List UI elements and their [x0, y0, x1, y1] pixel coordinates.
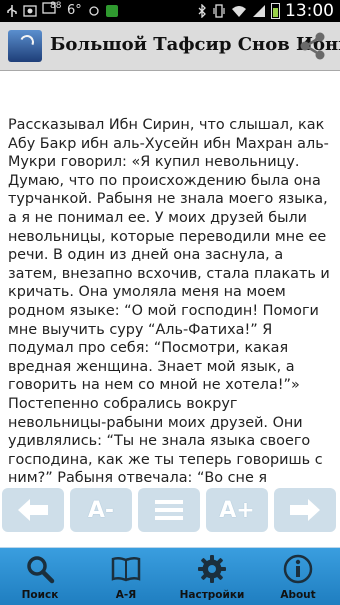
nav-settings-label: Настройки: [179, 589, 245, 601]
usb-icon: [7, 5, 17, 17]
next-page-button[interactable]: [274, 488, 336, 532]
bottom-nav: Поиск А-Я Настройки About: [0, 547, 340, 605]
font-decrease-icon: A-: [87, 497, 115, 523]
nav-search[interactable]: Поиск: [6, 548, 74, 605]
font-increase-icon: A+: [219, 497, 255, 523]
status-bar-right: 13:00: [197, 0, 334, 22]
status-time: 13:00: [285, 1, 334, 21]
article-text: Рассказывал Ибн Сирин, что слышал, как А…: [8, 117, 330, 542]
notification-badge-icon: 88: [42, 0, 61, 22]
nav-index[interactable]: А-Я: [92, 548, 160, 605]
info-icon: [283, 554, 313, 584]
nav-settings[interactable]: Настройки: [178, 548, 246, 605]
prev-page-button[interactable]: [2, 488, 64, 532]
signal-icon: [253, 5, 265, 17]
search-icon: [27, 556, 55, 584]
weather-icon: [89, 6, 99, 16]
reader-toolbar: A- A+: [0, 482, 340, 540]
nav-index-label: А-Я: [115, 589, 137, 601]
gear-icon: [198, 555, 226, 583]
nav-search-label: Поиск: [21, 589, 59, 601]
book-icon: [111, 556, 141, 582]
nav-about-label: About: [280, 589, 316, 601]
screenshot-icon: [23, 5, 37, 17]
arrow-right-icon: [290, 499, 320, 521]
increase-font-button[interactable]: A+: [206, 488, 268, 532]
arrow-left-icon: [18, 499, 48, 521]
article-content: Рассказывал Ибн Сирин, что слышал, как А…: [8, 116, 334, 544]
notification-count: 88: [50, 1, 62, 11]
share-button[interactable]: [296, 30, 328, 62]
temperature-text: 6°: [67, 3, 82, 18]
app-bar: Большой Тафсир Снов Ибнг: [0, 22, 340, 71]
app-logo-icon: [8, 30, 42, 62]
menu-icon: [155, 500, 183, 520]
share-icon: [300, 32, 325, 60]
status-bar-left: 88 6°: [6, 0, 118, 22]
wifi-icon: [232, 6, 246, 17]
status-bar: 88 6° 13:00: [0, 0, 340, 22]
menu-button[interactable]: [138, 488, 200, 532]
bluetooth-icon: [198, 4, 206, 18]
battery-icon: [271, 3, 280, 19]
nav-about[interactable]: About: [264, 548, 332, 605]
vibrate-icon: [213, 4, 225, 18]
app-icon: [105, 5, 118, 17]
decrease-font-button[interactable]: A-: [70, 488, 132, 532]
